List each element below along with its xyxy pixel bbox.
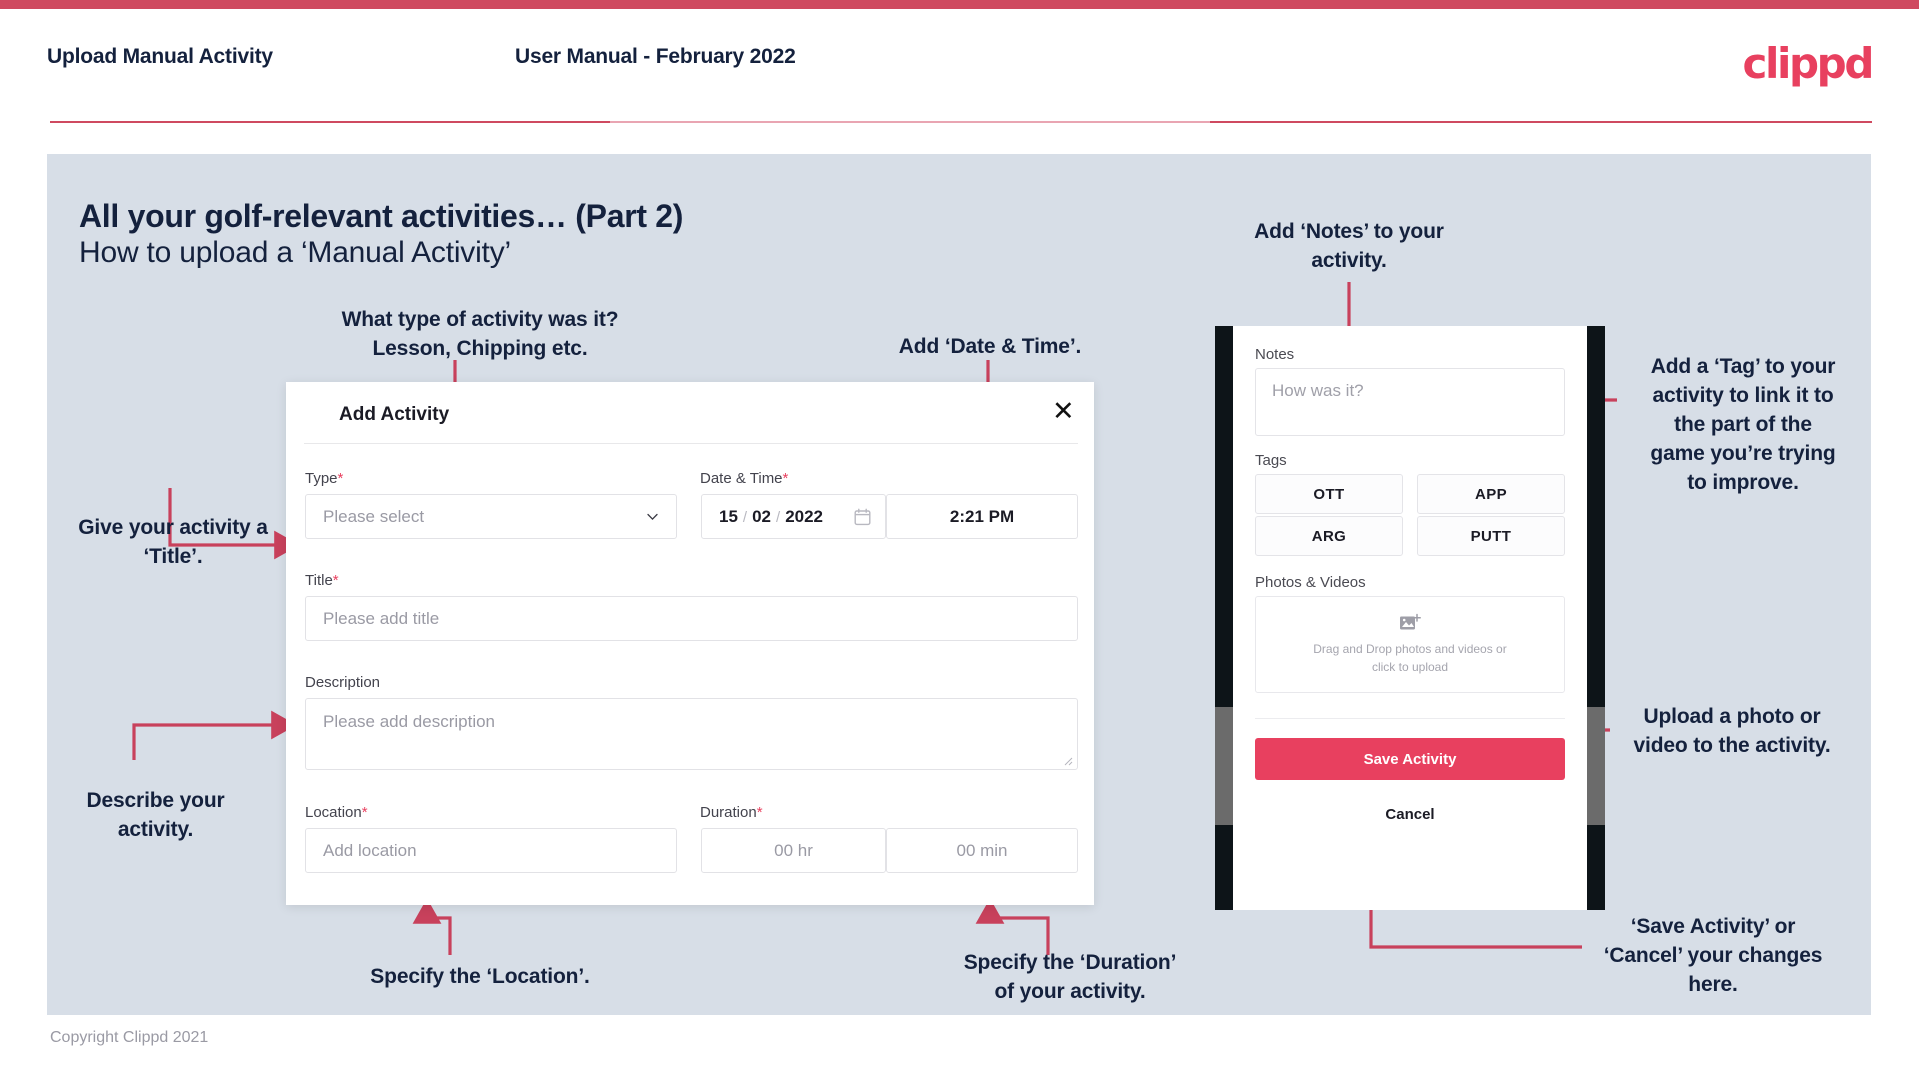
date-input[interactable]: 15 / 02 / 2022 [701, 494, 886, 539]
datetime-label-text: Date & Time [700, 470, 783, 487]
duration-hours-input[interactable]: 00 hr [701, 828, 886, 873]
calendar-icon[interactable] [854, 508, 871, 526]
clippd-logo: clippd [1742, 39, 1875, 88]
header-left-title: Upload Manual Activity [47, 45, 273, 68]
notes-placeholder: How was it? [1272, 381, 1364, 400]
description-label: Description [305, 674, 380, 691]
tag-app-label: APP [1474, 485, 1508, 503]
tag-app[interactable]: APP [1417, 474, 1565, 514]
photos-label: Photos & Videos [1255, 574, 1366, 591]
resize-handle-icon[interactable] [1064, 757, 1073, 766]
notes-label: Notes [1255, 346, 1295, 363]
tag-arg-label: ARG [1311, 527, 1347, 545]
tag-putt[interactable]: PUTT [1417, 516, 1565, 556]
type-select[interactable]: Please select [305, 494, 677, 539]
header-rule-mid [610, 121, 1210, 123]
slide-title: All your golf-relevant activities… (Part… [79, 198, 684, 234]
date-month: 02 [752, 506, 772, 526]
annotation-location: Specify the ‘Location’. [370, 965, 590, 988]
location-label: Location* [305, 804, 368, 821]
photo-dropzone[interactable]: Drag and Drop photos and videos or click… [1255, 596, 1565, 693]
annotation-upload: Upload a photo or video to the activity. [1633, 705, 1831, 757]
duration-label-text: Duration [700, 804, 757, 821]
location-required: * [361, 804, 368, 821]
description-label-text: Description [305, 674, 381, 691]
header-rule-left [50, 121, 610, 123]
footer-copyright: Copyright Clippd 2021 [50, 1029, 209, 1046]
save-activity-label: Save Activity [1363, 750, 1457, 768]
title-required: * [332, 572, 339, 589]
duration-required: * [756, 804, 763, 821]
title-placeholder: Please add title [323, 608, 440, 628]
phone-divider [1255, 718, 1565, 719]
title-label-text: Title [305, 572, 333, 589]
duration-minutes-input[interactable]: 00 min [886, 828, 1078, 873]
description-placeholder: Please add description [323, 712, 496, 731]
dropzone-line2: click to upload [1371, 660, 1449, 674]
annotation-title: Give your activity a ‘Title’. [78, 516, 268, 568]
page-header: Upload Manual Activity User Manual - Feb… [0, 9, 1919, 124]
add-image-icon [1400, 613, 1421, 630]
annotation-notes: Add ‘Notes’ to your activity. [1254, 220, 1444, 272]
slide-page: Upload Manual Activity User Manual - Feb… [0, 0, 1919, 1079]
datetime-required: * [782, 470, 789, 487]
description-input[interactable]: Please add description [305, 698, 1078, 770]
type-label: Type* [305, 470, 343, 487]
add-activity-dialog [286, 382, 1094, 905]
annotation-datetime: Add ‘Date & Time’. [898, 335, 1082, 358]
date-day: 15 [719, 506, 738, 526]
title-input[interactable]: Please add title [305, 596, 1078, 641]
slide-subtitle: How to upload a ‘Manual Activity’ [79, 236, 511, 269]
type-placeholder: Please select [323, 506, 425, 526]
location-input[interactable]: Add location [305, 828, 677, 873]
cancel-label: Cancel [1385, 805, 1435, 823]
tag-arg[interactable]: ARG [1255, 516, 1403, 556]
type-required: * [337, 470, 344, 487]
duration-hours-value: 00 hr [774, 840, 813, 860]
top-accent-bar [0, 0, 1919, 9]
tags-label: Tags [1255, 452, 1287, 469]
dropzone-line1: Drag and Drop photos and videos or [1313, 642, 1507, 656]
annotation-duration: Specify the ‘Duration’ of your activity. [963, 951, 1177, 1003]
save-activity-button[interactable]: Save Activity [1255, 738, 1565, 780]
tag-ott-label: OTT [1313, 485, 1345, 503]
annotation-save: ‘Save Activity’ or ‘Cancel’ your changes… [1603, 915, 1823, 996]
annotation-tag: Add a ‘Tag’ to your activity to link it … [1650, 355, 1836, 494]
chevron-down-icon [647, 513, 658, 520]
cancel-button[interactable]: Cancel [1255, 794, 1565, 834]
tag-putt-label: PUTT [1470, 527, 1512, 545]
time-input[interactable]: 2:21 PM [886, 494, 1078, 539]
close-icon[interactable]: ✕ [1052, 398, 1075, 425]
title-label: Title* [305, 572, 339, 589]
phone-screen: Notes How was it? Tags OTT APP ARG PUTT … [1233, 326, 1587, 910]
date-sep-2: / [776, 508, 781, 526]
header-center-title: User Manual - February 2022 [515, 45, 796, 68]
annotation-description: Describe your activity. [86, 789, 225, 841]
datetime-label: Date & Time* [700, 470, 788, 487]
duration-label: Duration* [700, 804, 763, 821]
duration-minutes-value: 00 min [956, 840, 1008, 860]
phone-button-left [1215, 707, 1233, 825]
phone-button-right [1587, 707, 1605, 825]
notes-textarea[interactable]: How was it? [1255, 368, 1565, 436]
location-placeholder: Add location [323, 840, 417, 860]
annotation-type: What type of activity was it? Lesson, Ch… [341, 308, 619, 360]
date-sep-1: / [742, 508, 748, 526]
date-year: 2022 [785, 506, 824, 526]
location-label-text: Location [305, 804, 362, 821]
dialog-divider [304, 443, 1078, 444]
time-value: 2:21 PM [949, 506, 1015, 526]
phone-mockup: Notes How was it? Tags OTT APP ARG PUTT … [1215, 326, 1605, 910]
dialog-title: Add Activity [339, 404, 450, 425]
type-label-text: Type [305, 470, 338, 487]
tag-ott[interactable]: OTT [1255, 474, 1403, 514]
header-rule-right [1210, 121, 1872, 123]
